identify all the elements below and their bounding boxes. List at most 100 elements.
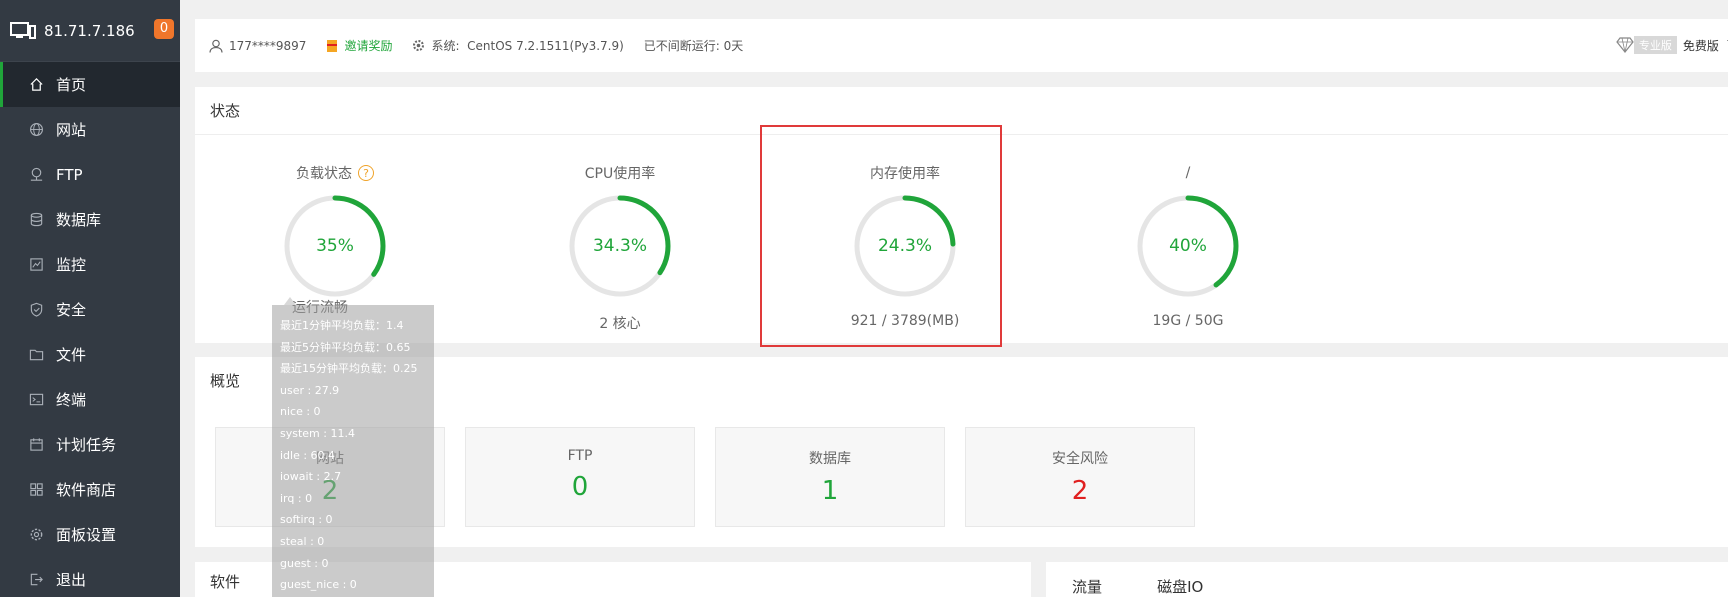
system-value: CentOS 7.2.1511(Py3.7.9) — [467, 38, 624, 53]
host-ip[interactable]: 81.71.7.186 — [44, 22, 135, 40]
tooltip-line: softirq : 0 — [280, 513, 333, 527]
sidebar-item-terminal[interactable]: 终端 — [0, 377, 180, 422]
sidebar-item-label: 计划任务 — [56, 436, 117, 454]
diamond-icon — [1616, 37, 1634, 53]
tooltip-line: nice : 0 — [280, 405, 321, 419]
gauge-value: 40% — [1169, 236, 1207, 256]
notification-badge[interactable]: 0 — [154, 19, 174, 39]
sidebar-item-database[interactable]: 数据库 — [0, 197, 180, 242]
overview-card-value[interactable]: 2 — [966, 476, 1194, 506]
sidebar-item-label: 监控 — [56, 256, 87, 274]
sidebar-item-label: 首页 — [56, 76, 87, 94]
sidebar-item-app-store[interactable]: 软件商店 — [0, 467, 180, 512]
tooltip-line: 最近5分钟平均负载：0.65 — [280, 340, 411, 354]
terminal-icon — [28, 392, 44, 408]
sidebar-item-cron[interactable]: 计划任务 — [0, 422, 180, 467]
sidebar-item-ftp[interactable]: FTP — [0, 152, 180, 197]
user-icon — [209, 39, 223, 53]
username: 177****9897 — [229, 38, 307, 53]
tooltip-line: 最近15分钟平均负载：0.25 — [280, 362, 418, 376]
overview-card-label: 安全风险 — [1052, 451, 1108, 467]
sidebar-item-label: 面板设置 — [56, 526, 117, 544]
gauge-label-text: 负载状态 — [296, 166, 352, 182]
gauge-value: 35% — [316, 236, 354, 256]
sidebar-item-label: 文件 — [56, 346, 87, 364]
globe-icon — [28, 122, 44, 138]
tooltip-line: idle : 60.4 — [280, 448, 336, 462]
pro-edition-tag[interactable]: 专业版 — [1633, 36, 1677, 54]
tooltip-line: guest : 0 — [280, 556, 329, 570]
traffic-panel: 流量 磁盘IO — [1046, 562, 1728, 597]
sidebar-item-label: 网站 — [56, 121, 87, 139]
sidebar-item-logout[interactable]: 退出 — [0, 557, 180, 597]
overview-card-label: 数据库 — [809, 451, 851, 467]
gauge-disk-root[interactable]: / 40% 19G / 50G — [1108, 163, 1268, 329]
gauge-ring: 35% — [282, 193, 388, 299]
gauge-cpu-usage[interactable]: CPU使用率 34.3% 2 核心 — [540, 163, 700, 333]
overview-card-value[interactable]: 1 — [716, 476, 944, 506]
sidebar-header: 81.71.7.186 0 — [0, 0, 180, 62]
gauge-load-status[interactable]: 负载状态? 35% — [255, 163, 415, 299]
top-bar: 177****9897 邀请奖励 系统: CentOS 7.2.1511(Py3… — [195, 19, 1728, 72]
logout-icon — [28, 572, 44, 588]
sidebar-item-monitor[interactable]: 监控 — [0, 242, 180, 287]
overview-card-label: FTP — [567, 448, 593, 464]
free-edition-label: 免费版 — [1682, 38, 1719, 53]
tooltip-line: guest_nice : 0 — [280, 578, 357, 592]
sidebar: 81.71.7.186 0 首页网站 FTP 数据库监控安全文件终端计划任务软件商店… — [0, 0, 180, 597]
ftp-icon — [28, 167, 44, 183]
overview-card-database[interactable]: 数据库 1 — [715, 427, 945, 527]
tab-disk-io[interactable]: 磁盘IO — [1157, 576, 1203, 597]
gauge-label: CPU使用率 — [540, 163, 700, 183]
sidebar-item-home[interactable]: 首页 — [0, 62, 180, 107]
uptime: 已不间断运行: 0天 — [644, 37, 744, 54]
tooltip-line: system : 11.4 — [280, 426, 355, 440]
tooltip-line: user : 27.9 — [280, 383, 340, 397]
edition-info: 专业版 免费版 7. — [1616, 36, 1728, 54]
tooltip-line: irq : 0 — [280, 491, 313, 505]
gauge-ring: 34.3% — [567, 193, 673, 299]
sidebar-item-label: 软件商店 — [56, 481, 117, 499]
gauge-sub: 2 核心 — [599, 316, 641, 332]
database-icon — [28, 212, 44, 228]
gear-icon — [413, 40, 425, 51]
invite-label: 邀请奖励 — [344, 39, 393, 53]
user-info[interactable]: 177****9897 — [209, 39, 306, 53]
gauge-label: / — [1108, 163, 1268, 183]
gauge-sub: 19G / 50G — [1152, 313, 1224, 329]
gauge-ring: 40% — [1135, 193, 1241, 299]
sidebar-item-label: 安全 — [56, 301, 87, 319]
tooltip-line: iowait : 2.7 — [280, 470, 342, 484]
help-icon[interactable]: ? — [358, 165, 374, 181]
tab-traffic[interactable]: 流量 — [1072, 576, 1102, 597]
invite-reward-link[interactable]: 邀请奖励 — [326, 37, 392, 54]
monitor-icon — [28, 257, 44, 273]
home-icon — [28, 77, 44, 93]
overview-card-value[interactable]: 0 — [466, 472, 694, 502]
apps-icon — [28, 482, 44, 498]
calendar-icon — [28, 437, 44, 453]
memory-highlight-box — [760, 125, 1002, 347]
gauge-label: 负载状态? — [255, 163, 415, 183]
gear-icon — [28, 527, 44, 543]
sidebar-item-settings[interactable]: 面板设置 — [0, 512, 180, 557]
overview-card-ftp[interactable]: FTP 0 — [465, 427, 695, 527]
folder-icon — [28, 347, 44, 363]
sidebar-item-label: 终端 — [56, 391, 87, 409]
gift-icon — [327, 39, 338, 52]
uptime-text: 已不间断运行: 0天 — [643, 39, 744, 53]
sidebar-item-security[interactable]: 安全 — [0, 287, 180, 332]
gauge-value: 34.3% — [592, 236, 647, 256]
load-tooltip: 最近1分钟平均负载：1.4 最近5分钟平均负载：0.65 最近15分钟平均负载：0.… — [272, 297, 434, 597]
sidebar-item-label: FTP — [56, 165, 83, 184]
gauge-label-text: / — [1185, 165, 1191, 181]
sidebar-item-label: 退出 — [56, 571, 87, 589]
gauge-label-text: CPU使用率 — [584, 166, 656, 182]
tooltip-line: steal : 0 — [280, 534, 325, 548]
system-info: 系统: CentOS 7.2.1511(Py3.7.9) — [412, 37, 624, 54]
shield-icon — [28, 302, 44, 318]
sidebar-item-files[interactable]: 文件 — [0, 332, 180, 377]
overview-card-security-risk[interactable]: 安全风险 2 — [965, 427, 1195, 527]
sidebar-item-websites[interactable]: 网站 — [0, 107, 180, 152]
system-label: 系统: — [431, 39, 460, 53]
